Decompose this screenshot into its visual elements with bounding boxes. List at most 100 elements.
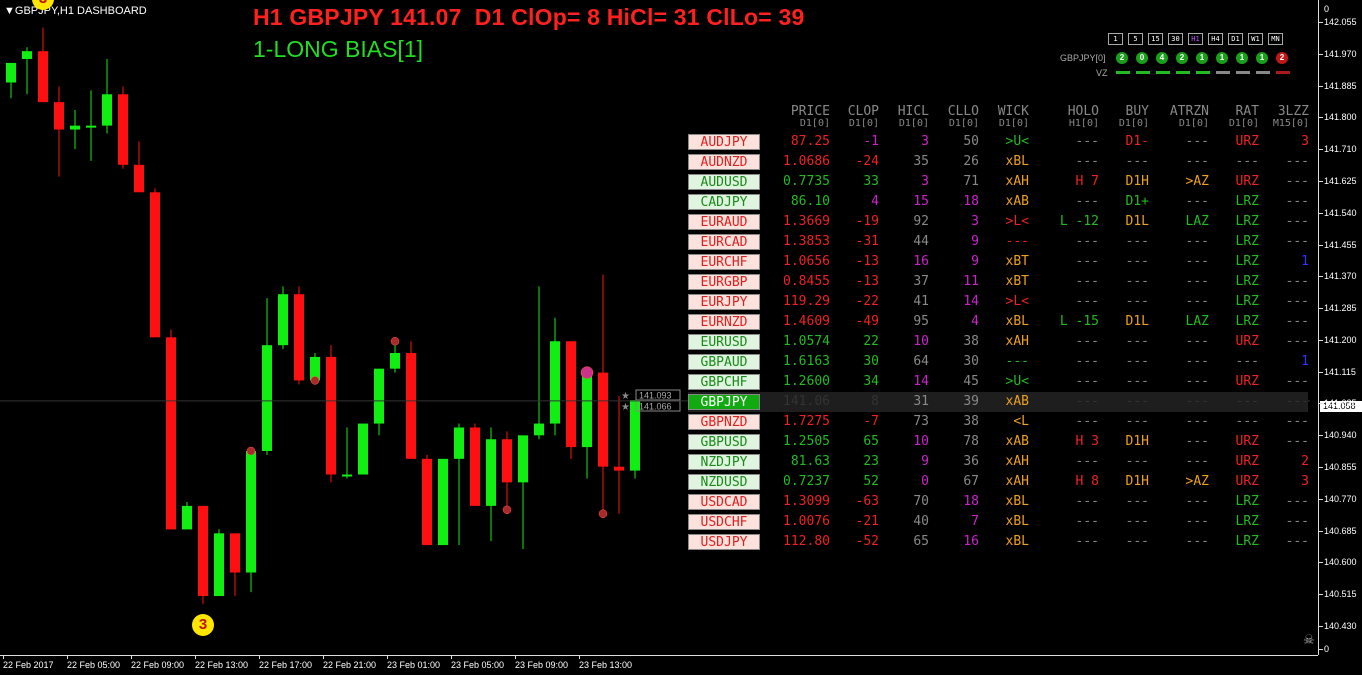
symbol-button-nzdjpy[interactable]: NZDJPY xyxy=(688,454,760,470)
candle-body xyxy=(422,458,432,546)
symbol-button-audjpy[interactable]: AUDJPY xyxy=(688,134,760,150)
dashboard-row: EURGBP 0.8455 -13 37 11 xBT --- --- --- LRZ --- xyxy=(688,272,1309,292)
candle xyxy=(70,109,80,150)
y-tick-label: 141.625 xyxy=(1319,175,1357,186)
symbol-button-eurgbp[interactable]: EURGBP xyxy=(688,274,760,290)
cell-lzz: 1 xyxy=(1301,354,1309,369)
candle xyxy=(534,286,544,440)
chart-symbol-title: ▼GBPJPY,H1 DASHBOARD xyxy=(4,5,147,17)
candle-body xyxy=(598,372,608,467)
candle xyxy=(262,298,272,455)
candle xyxy=(166,329,176,530)
dashboard-row: GBPUSD 1.2505 65 10 78 xAB H 3 D1H --- URZ --- xyxy=(688,432,1309,452)
candle-body xyxy=(214,533,224,597)
y-tick-label: 142.055 xyxy=(1319,17,1357,27)
symbol-button-eurcad[interactable]: EURCAD xyxy=(688,234,760,250)
symbol-button-usdcad[interactable]: USDCAD xyxy=(688,494,760,510)
symbol-button-eurjpy[interactable]: EURJPY xyxy=(688,294,760,310)
candle-body xyxy=(342,474,352,477)
y-tick-label: 141.115 xyxy=(1319,366,1356,377)
timeframe-button-w1[interactable]: W1 xyxy=(1248,33,1263,45)
symbol-button-audnzd[interactable]: AUDNZD xyxy=(688,154,760,170)
y-tick-label: 140.940 xyxy=(1319,430,1357,441)
dashboard-row: GBPAUD 1.6163 30 64 30 --- --- --- --- --- 1 xyxy=(688,352,1309,372)
candle xyxy=(22,47,32,95)
cell-wick: --- xyxy=(1005,354,1029,369)
fractal-marker xyxy=(502,505,512,515)
candle xyxy=(6,62,16,99)
y-tick-label: 141.970 xyxy=(1319,48,1357,59)
signal-dot: 1 xyxy=(1236,52,1248,64)
symbol-button-gbpaud[interactable]: GBPAUD xyxy=(688,354,760,370)
timeframe-button-1[interactable]: 1 xyxy=(1108,33,1123,45)
timeframe-button-5[interactable]: 5 xyxy=(1128,33,1143,45)
candle-body xyxy=(70,125,80,130)
candle-body xyxy=(166,337,176,530)
cell-wick: xBT xyxy=(1005,274,1029,289)
timeframe-button-30[interactable]: 30 xyxy=(1168,33,1183,45)
candle-body xyxy=(534,423,544,436)
cell-lzz: --- xyxy=(1285,334,1309,349)
vz-bar xyxy=(1196,71,1210,74)
candle xyxy=(502,431,512,510)
symbol-button-eurchf[interactable]: EURCHF xyxy=(688,254,760,270)
column-subheader-lzz: M15[0] xyxy=(1272,118,1309,129)
time-axis[interactable]: 22 Feb 2017 22 Feb 05:00 22 Feb 09:00 22 Fe… xyxy=(0,655,1318,675)
symbol-button-gbpusd[interactable]: GBPUSD xyxy=(688,434,760,450)
candle-body xyxy=(550,341,560,424)
timeframe-button-h1[interactable]: H1 xyxy=(1188,33,1203,45)
vz-label: VZ xyxy=(1096,68,1108,78)
cell-wick: >U< xyxy=(1005,134,1029,149)
symbol-button-audusd[interactable]: AUDUSD xyxy=(688,174,760,190)
price-axis-bottom-label: 0 xyxy=(1318,644,1330,654)
vz-bar xyxy=(1236,71,1250,74)
symbol-button-usdjpy[interactable]: USDJPY xyxy=(688,534,760,550)
column-header-lzz[interactable]: 3LZZ xyxy=(1239,104,1309,119)
bias-label: 1-LONG BIAS[1] xyxy=(253,36,424,62)
symbol-button-euraud[interactable]: EURAUD xyxy=(688,214,760,230)
timeframe-button-15[interactable]: 15 xyxy=(1148,33,1163,45)
price-axis[interactable]: 0 141.058 142.055 141.970 141.885 141.800 14… xyxy=(1318,0,1362,655)
cell-lzz: --- xyxy=(1285,274,1309,289)
signal-dot: 1 xyxy=(1256,52,1268,64)
dashboard-row: GBPNZD 1.7275 -7 73 38 <L --- --- --- --- --- xyxy=(688,412,1309,432)
symbol-button-gbpchf[interactable]: GBPCHF xyxy=(688,374,760,390)
symbol-button-eurnzd[interactable]: EURNZD xyxy=(688,314,760,330)
cell-wick: xAH xyxy=(1005,174,1029,189)
symbol-button-gbpnzd[interactable]: GBPNZD xyxy=(688,414,760,430)
candle xyxy=(614,396,624,514)
candle-body xyxy=(470,427,480,506)
candle-body xyxy=(566,341,576,448)
candle xyxy=(486,427,496,542)
symbol-button-eurusd[interactable]: EURUSD xyxy=(688,334,760,350)
vz-bar xyxy=(1256,71,1270,74)
candle xyxy=(150,188,160,338)
candle xyxy=(342,427,352,479)
column-header-wick[interactable]: WICK xyxy=(959,104,1029,119)
candle xyxy=(38,27,48,103)
cell-wick: xBL xyxy=(1005,154,1029,169)
y-tick-label: 140.430 xyxy=(1319,621,1357,631)
symbol-button-cadjpy[interactable]: CADJPY xyxy=(688,194,760,210)
timeframe-button-h4[interactable]: H4 xyxy=(1208,33,1223,45)
y-tick-label: 140.600 xyxy=(1319,557,1357,568)
symbol-button-nzdusd[interactable]: NZDUSD xyxy=(688,474,760,490)
candle xyxy=(598,274,608,514)
candle xyxy=(358,423,368,475)
symbol-button-usdchf[interactable]: USDCHF xyxy=(688,514,760,530)
x-tick-label: 22 Feb 17:00 xyxy=(259,655,313,670)
timeframe-button-mn[interactable]: MN xyxy=(1268,33,1283,45)
cell-wick: >L< xyxy=(1005,294,1029,309)
timeframe-button-d1[interactable]: D1 xyxy=(1228,33,1243,45)
signal-dot: 2 xyxy=(1176,52,1188,64)
cell-lzz: 3 xyxy=(1301,134,1309,149)
candle-body xyxy=(326,356,336,475)
symbol-button-gbpjpy[interactable]: GBPJPY xyxy=(688,394,760,410)
candle-body xyxy=(502,439,512,483)
y-tick-label: 141.455 xyxy=(1319,239,1357,250)
candle xyxy=(134,141,144,193)
candle xyxy=(406,341,416,459)
price-tag-label: 141.066 xyxy=(639,402,672,412)
candle-body xyxy=(406,353,416,459)
cell-wick: xBL xyxy=(1005,514,1029,529)
